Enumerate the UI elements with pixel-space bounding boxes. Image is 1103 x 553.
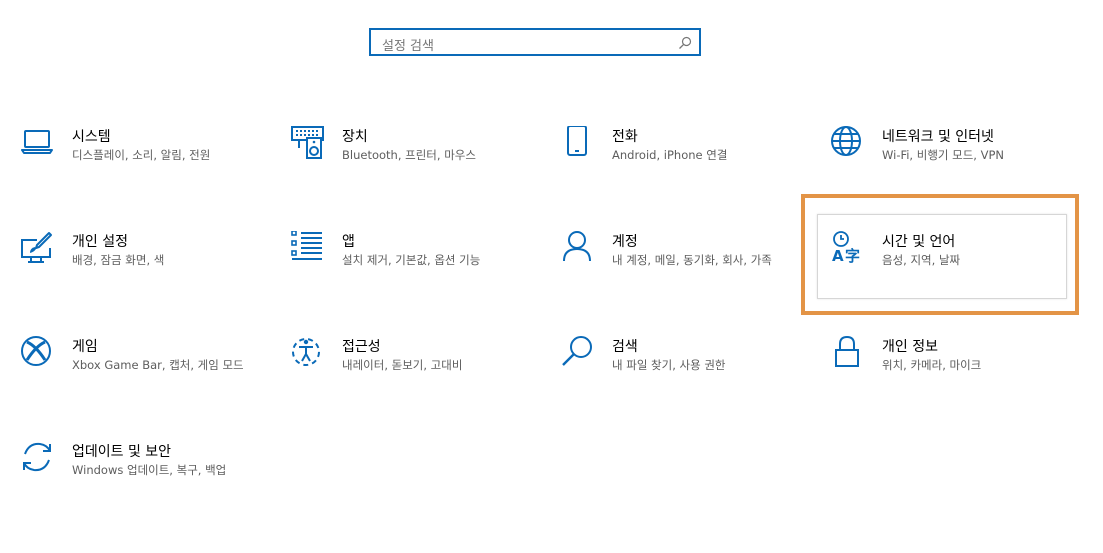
tile-description: 내 파일 찾기, 사용 권한 [612,358,726,372]
tile-description: Xbox Game Bar, 캡처, 게임 모드 [72,358,244,372]
tile-title: 시간 및 언어 [882,234,956,250]
tile-description: 디스플레이, 소리, 알림, 전원 [72,148,211,162]
settings-home: 설정 검색 시스템 디스플레이, 소리, 알림, 전원 장치 Bluetooth… [0,0,1103,553]
tile-title: 접근성 [342,339,381,355]
tile-description: Bluetooth, 프린터, 마우스 [342,148,476,162]
svg-text:字: 字 [845,247,860,265]
tile-privacy[interactable]: 개인 정보 위치, 카메라, 마이크 [831,336,1081,416]
tile-title: 장치 [342,129,368,145]
search-placeholder: 설정 검색 [382,39,434,54]
tile-description: 음성, 지역, 날짜 [882,253,961,267]
tile-system[interactable]: 시스템 디스플레이, 소리, 알림, 전원 [21,126,271,206]
search-magnifier-icon [678,36,692,50]
tile-title: 전화 [612,129,638,145]
tile-description: 설치 제거, 기본값, 옵션 기능 [342,253,481,267]
update-icon [21,441,55,475]
tile-gaming[interactable]: 게임 Xbox Game Bar, 캡처, 게임 모드 [21,336,271,416]
phone-icon [561,126,595,160]
devices-icon [291,126,325,160]
tile-search[interactable]: 검색 내 파일 찾기, 사용 권한 [561,336,811,416]
tile-title: 개인 설정 [72,234,128,250]
tile-network[interactable]: 네트워크 및 인터넷 Wi-Fi, 비행기 모드, VPN [831,126,1081,206]
tile-ease-of-access[interactable]: 접근성 내레이터, 돋보기, 고대비 [291,336,541,416]
tile-title: 게임 [72,339,98,355]
laptop-icon [21,126,55,160]
lock-icon [831,336,865,370]
search-input[interactable]: 설정 검색 [369,28,701,56]
tile-description: 배경, 잠금 화면, 색 [72,253,165,267]
tile-description: Windows 업데이트, 복구, 백업 [72,463,227,477]
ease-of-access-icon [291,336,325,370]
apps-list-icon [291,231,325,265]
time-language-icon: A 字 [831,231,865,265]
personalization-icon [21,231,55,265]
tile-description: 내레이터, 돋보기, 고대비 [342,358,463,372]
tile-personalization[interactable]: 개인 설정 배경, 잠금 화면, 색 [21,231,271,311]
search-icon [561,336,595,370]
tile-update-security[interactable]: 업데이트 및 보안 Windows 업데이트, 복구, 백업 [21,441,271,521]
svg-text:A: A [832,247,844,265]
tile-apps[interactable]: 앱 설치 제거, 기본값, 옵션 기능 [291,231,541,311]
xbox-icon [21,336,55,370]
tile-description: 위치, 카메라, 마이크 [882,358,982,372]
tile-description: Android, iPhone 연결 [612,148,728,162]
tile-title: 네트워크 및 인터넷 [882,129,994,145]
tile-title: 검색 [612,339,638,355]
tile-title: 개인 정보 [882,339,938,355]
tile-phone[interactable]: 전화 Android, iPhone 연결 [561,126,811,206]
person-icon [561,231,595,265]
tile-title: 업데이트 및 보안 [72,444,172,460]
tile-devices[interactable]: 장치 Bluetooth, 프린터, 마우스 [291,126,541,206]
tile-accounts[interactable]: 계정 내 계정, 메일, 동기화, 회사, 가족 [561,231,811,311]
tile-description: Wi-Fi, 비행기 모드, VPN [882,148,1005,162]
tile-description: 내 계정, 메일, 동기화, 회사, 가족 [612,253,772,267]
globe-icon [831,126,865,160]
tile-title: 시스템 [72,129,111,145]
tile-title: 앱 [342,234,355,250]
tile-time-language[interactable]: A 字 시간 및 언어 음성, 지역, 날짜 [831,231,1081,311]
tile-title: 계정 [612,234,638,250]
